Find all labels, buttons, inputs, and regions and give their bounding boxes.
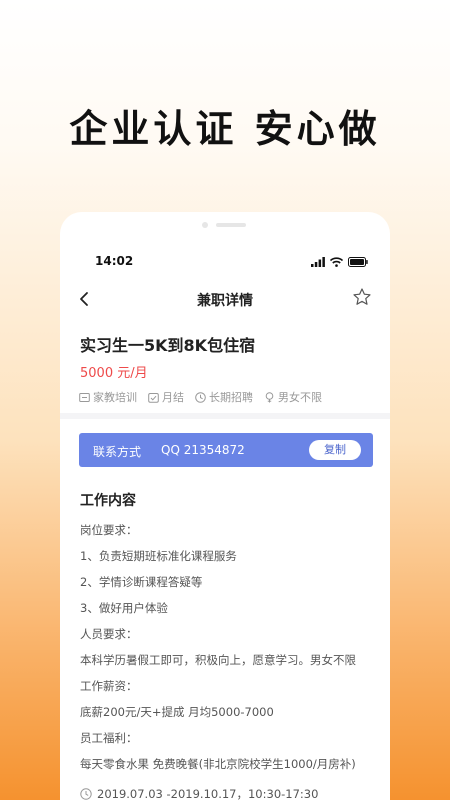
status-icons xyxy=(311,257,368,267)
schedule-line: 2019.07.03 -2019.10.17，10:30-17:30 xyxy=(80,786,318,800)
clock-icon xyxy=(195,391,206,403)
battery-icon xyxy=(348,257,368,267)
tag-label: 月结 xyxy=(162,391,184,404)
navigation-bar: 兼职详情 xyxy=(60,286,390,312)
copy-button[interactable]: 复制 xyxy=(309,440,361,460)
favorite-button[interactable] xyxy=(352,287,372,307)
clock-icon xyxy=(80,788,92,800)
tag-duration: 长期招聘 xyxy=(195,389,253,405)
content-line: 工作薪资： xyxy=(80,679,138,693)
camera-dot xyxy=(202,222,208,228)
job-title: 实习生一5K到8K包住宿 xyxy=(80,336,256,355)
signal-icon xyxy=(311,257,325,267)
content-line: 本科学历暑假工即可，积极向上，愿意学习。男女不限 xyxy=(80,653,356,667)
content-line: 人员要求： xyxy=(80,627,138,641)
speaker-bar xyxy=(216,223,246,227)
tag-gender: 男女不限 xyxy=(264,389,322,405)
content-line: 员工福利： xyxy=(80,731,138,745)
work-content: 岗位要求： 1、负责短期班标准化课程服务 2、学情诊断课程答疑等 3、做好用户体… xyxy=(80,522,380,782)
tag-label: 男女不限 xyxy=(278,391,322,404)
status-time: 14:02 xyxy=(95,254,134,268)
schedule-text: 2019.07.03 -2019.10.17，10:30-17:30 xyxy=(97,787,319,800)
phone-mockup: 14:02 兼职详情 实习生一5K到8K包住宿 5000 元/月 家教培训 月结… xyxy=(60,212,390,800)
gender-icon xyxy=(265,391,274,402)
content-line: 每天零食水果 免费晚餐(非北京院校学生1000/月房补) xyxy=(80,757,356,771)
salary: 5000 元/月 xyxy=(80,366,148,381)
contact-value: QQ 21354872 xyxy=(161,443,245,457)
work-section-title: 工作内容 xyxy=(80,493,136,509)
content-line: 1、负责短期班标准化课程服务 xyxy=(80,549,237,563)
check-calendar-icon xyxy=(148,392,159,403)
phone-notch xyxy=(60,221,390,229)
content-line: 岗位要求： xyxy=(80,523,138,537)
section-divider xyxy=(60,413,390,419)
page-title: 兼职详情 xyxy=(197,293,253,309)
star-icon xyxy=(353,288,371,305)
contact-bar: 联系方式 QQ 21354872 复制 xyxy=(79,433,373,467)
promo-headline: 企业认证 安心做 xyxy=(69,107,381,151)
content-line: 3、做好用户体验 xyxy=(80,601,168,615)
contact-label: 联系方式 xyxy=(93,445,142,459)
tag-label: 家教培训 xyxy=(93,391,137,404)
job-tags: 家教培训 月结 长期招聘 男女不限 xyxy=(79,389,322,405)
status-bar: 14:02 xyxy=(60,254,390,272)
tag-payment: 月结 xyxy=(148,389,184,405)
tag-label: 长期招聘 xyxy=(209,391,253,404)
content-line: 底薪200元/天+提成 月均5000-7000 xyxy=(80,705,274,719)
tag-category: 家教培训 xyxy=(79,389,137,405)
content-line: 2、学情诊断课程答疑等 xyxy=(80,575,203,589)
category-icon xyxy=(79,392,90,402)
wifi-icon xyxy=(330,257,343,267)
